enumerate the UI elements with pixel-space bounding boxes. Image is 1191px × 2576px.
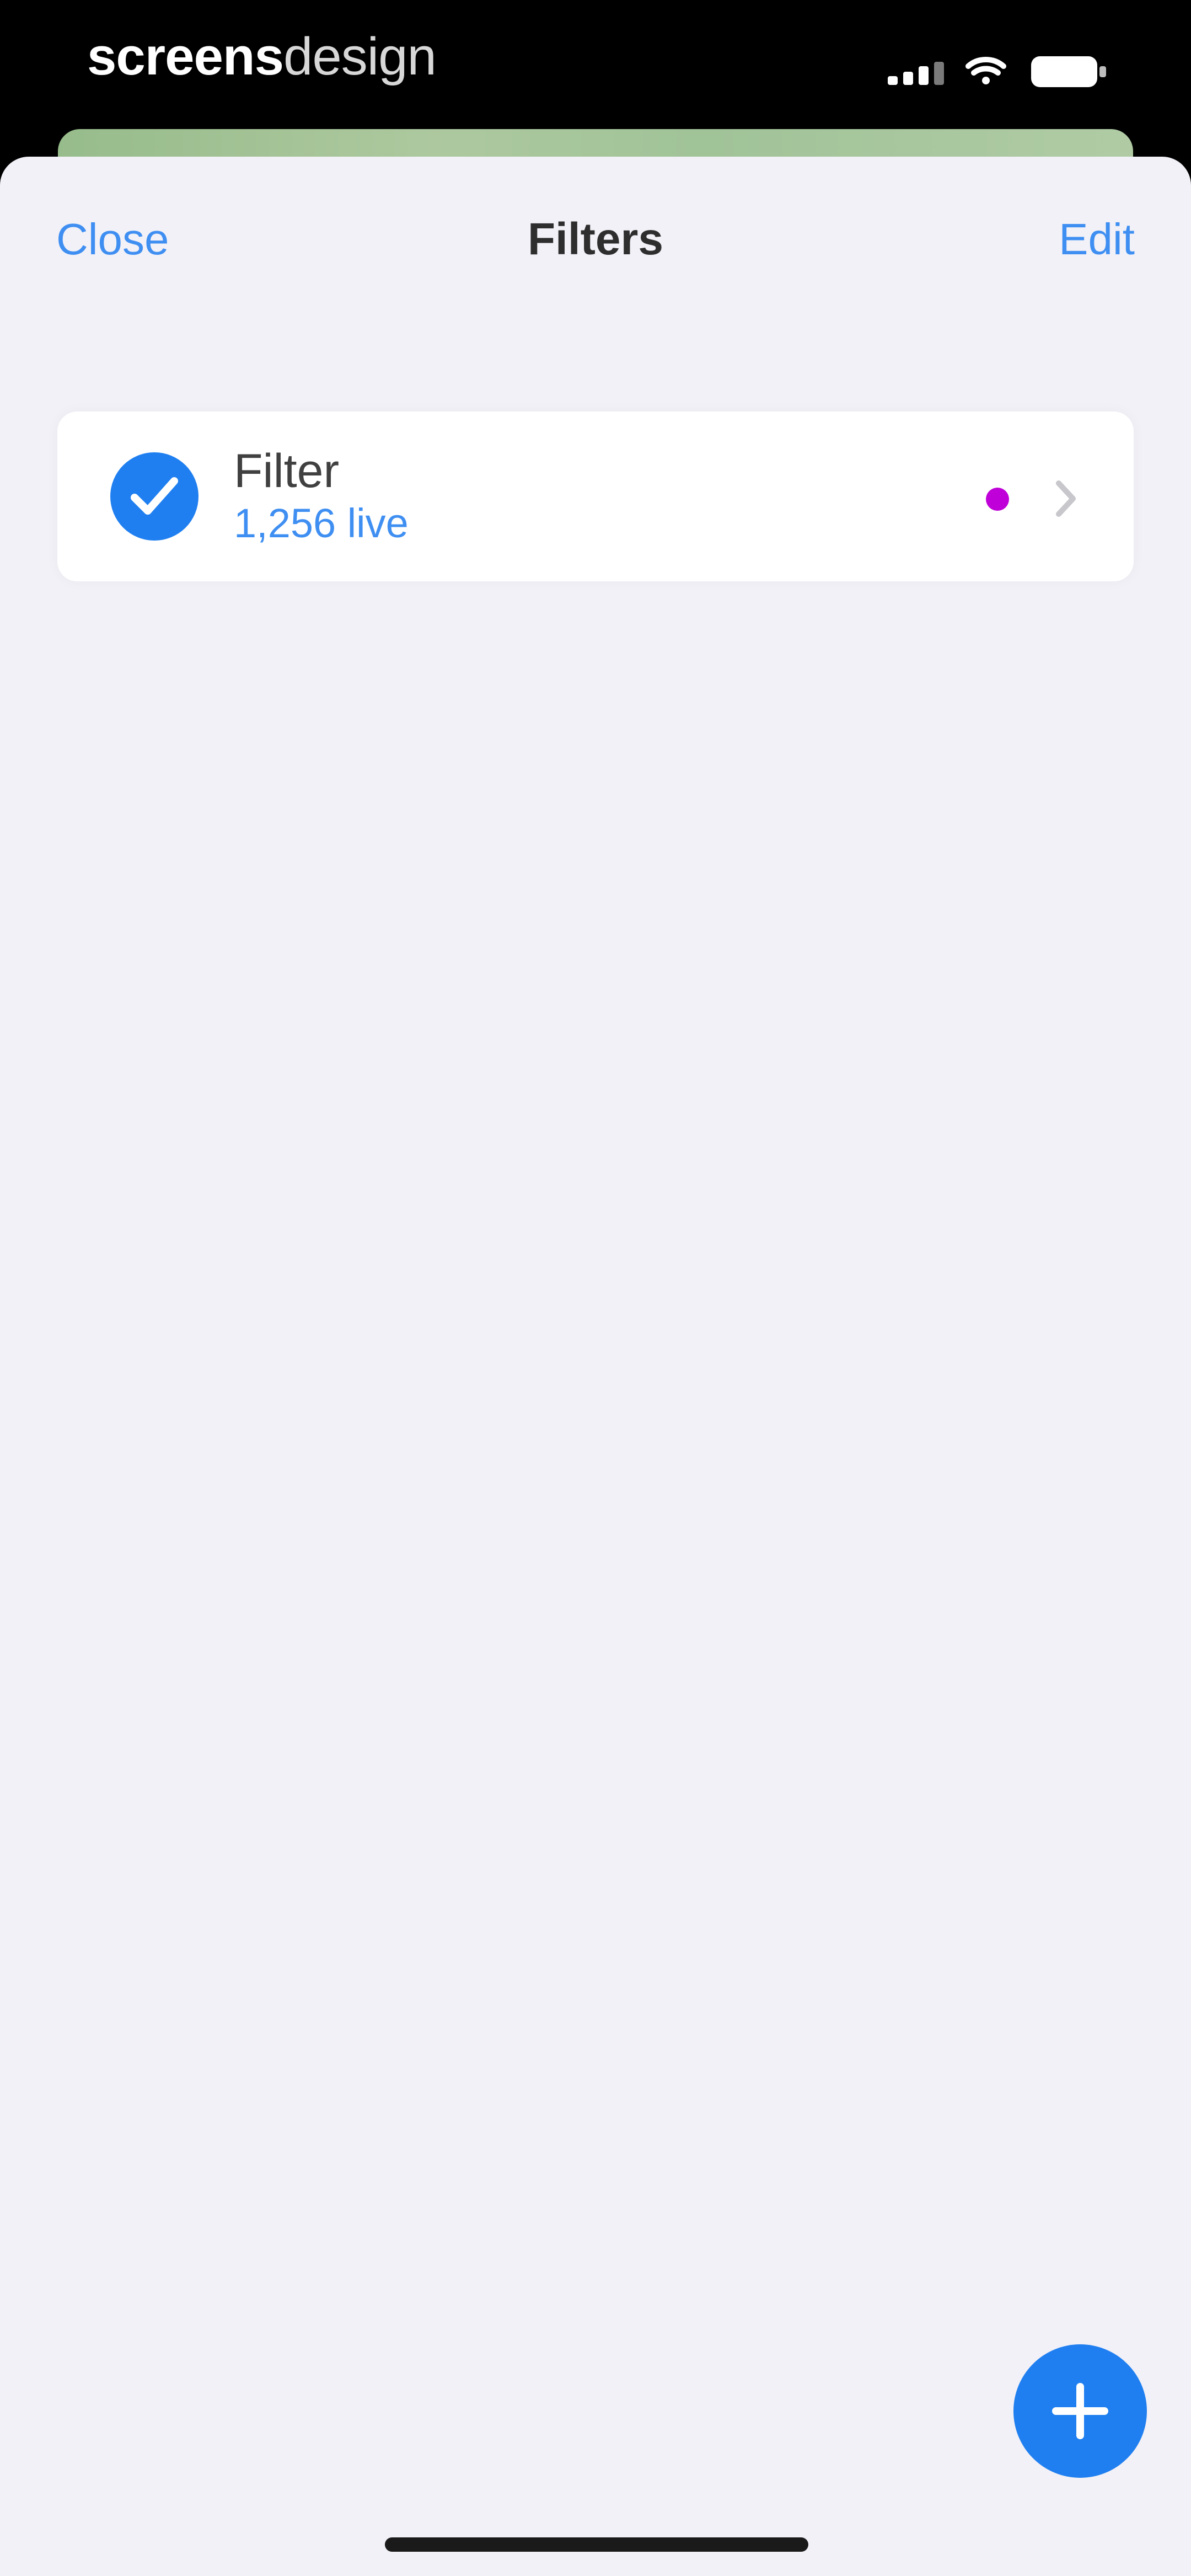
battery-cap: [1099, 66, 1106, 77]
status-bar: screensdesign: [0, 0, 1191, 127]
filter-name: Filter: [234, 445, 340, 498]
status-brand: screensdesign: [87, 26, 437, 87]
page-title: Filters: [527, 214, 664, 264]
battery-icon: [1031, 56, 1108, 87]
plus-icon: [1052, 2383, 1108, 2439]
filter-live-count: 1,256 live: [234, 500, 409, 546]
brand-word-light: design: [283, 27, 437, 86]
checkmark-icon[interactable]: [110, 452, 198, 541]
battery-body: [1031, 56, 1097, 87]
status-icons: [888, 51, 1119, 89]
filter-row[interactable]: Filter 1,256 live: [57, 411, 1134, 581]
chevron-right-icon: [1051, 477, 1081, 521]
filter-color-dot: [986, 488, 1009, 511]
home-indicator[interactable]: [385, 2537, 808, 2552]
brand-word-bold: screens: [87, 27, 284, 86]
sheet-navigation-bar: Close Filters Edit: [0, 157, 1191, 322]
filters-sheet: Close Filters Edit Filter 1,256 live: [0, 157, 1191, 2576]
add-filter-button[interactable]: [1013, 2344, 1147, 2478]
edit-button[interactable]: Edit: [1059, 212, 1135, 267]
wifi-icon: [964, 54, 1008, 87]
signal-icon: [888, 57, 948, 85]
